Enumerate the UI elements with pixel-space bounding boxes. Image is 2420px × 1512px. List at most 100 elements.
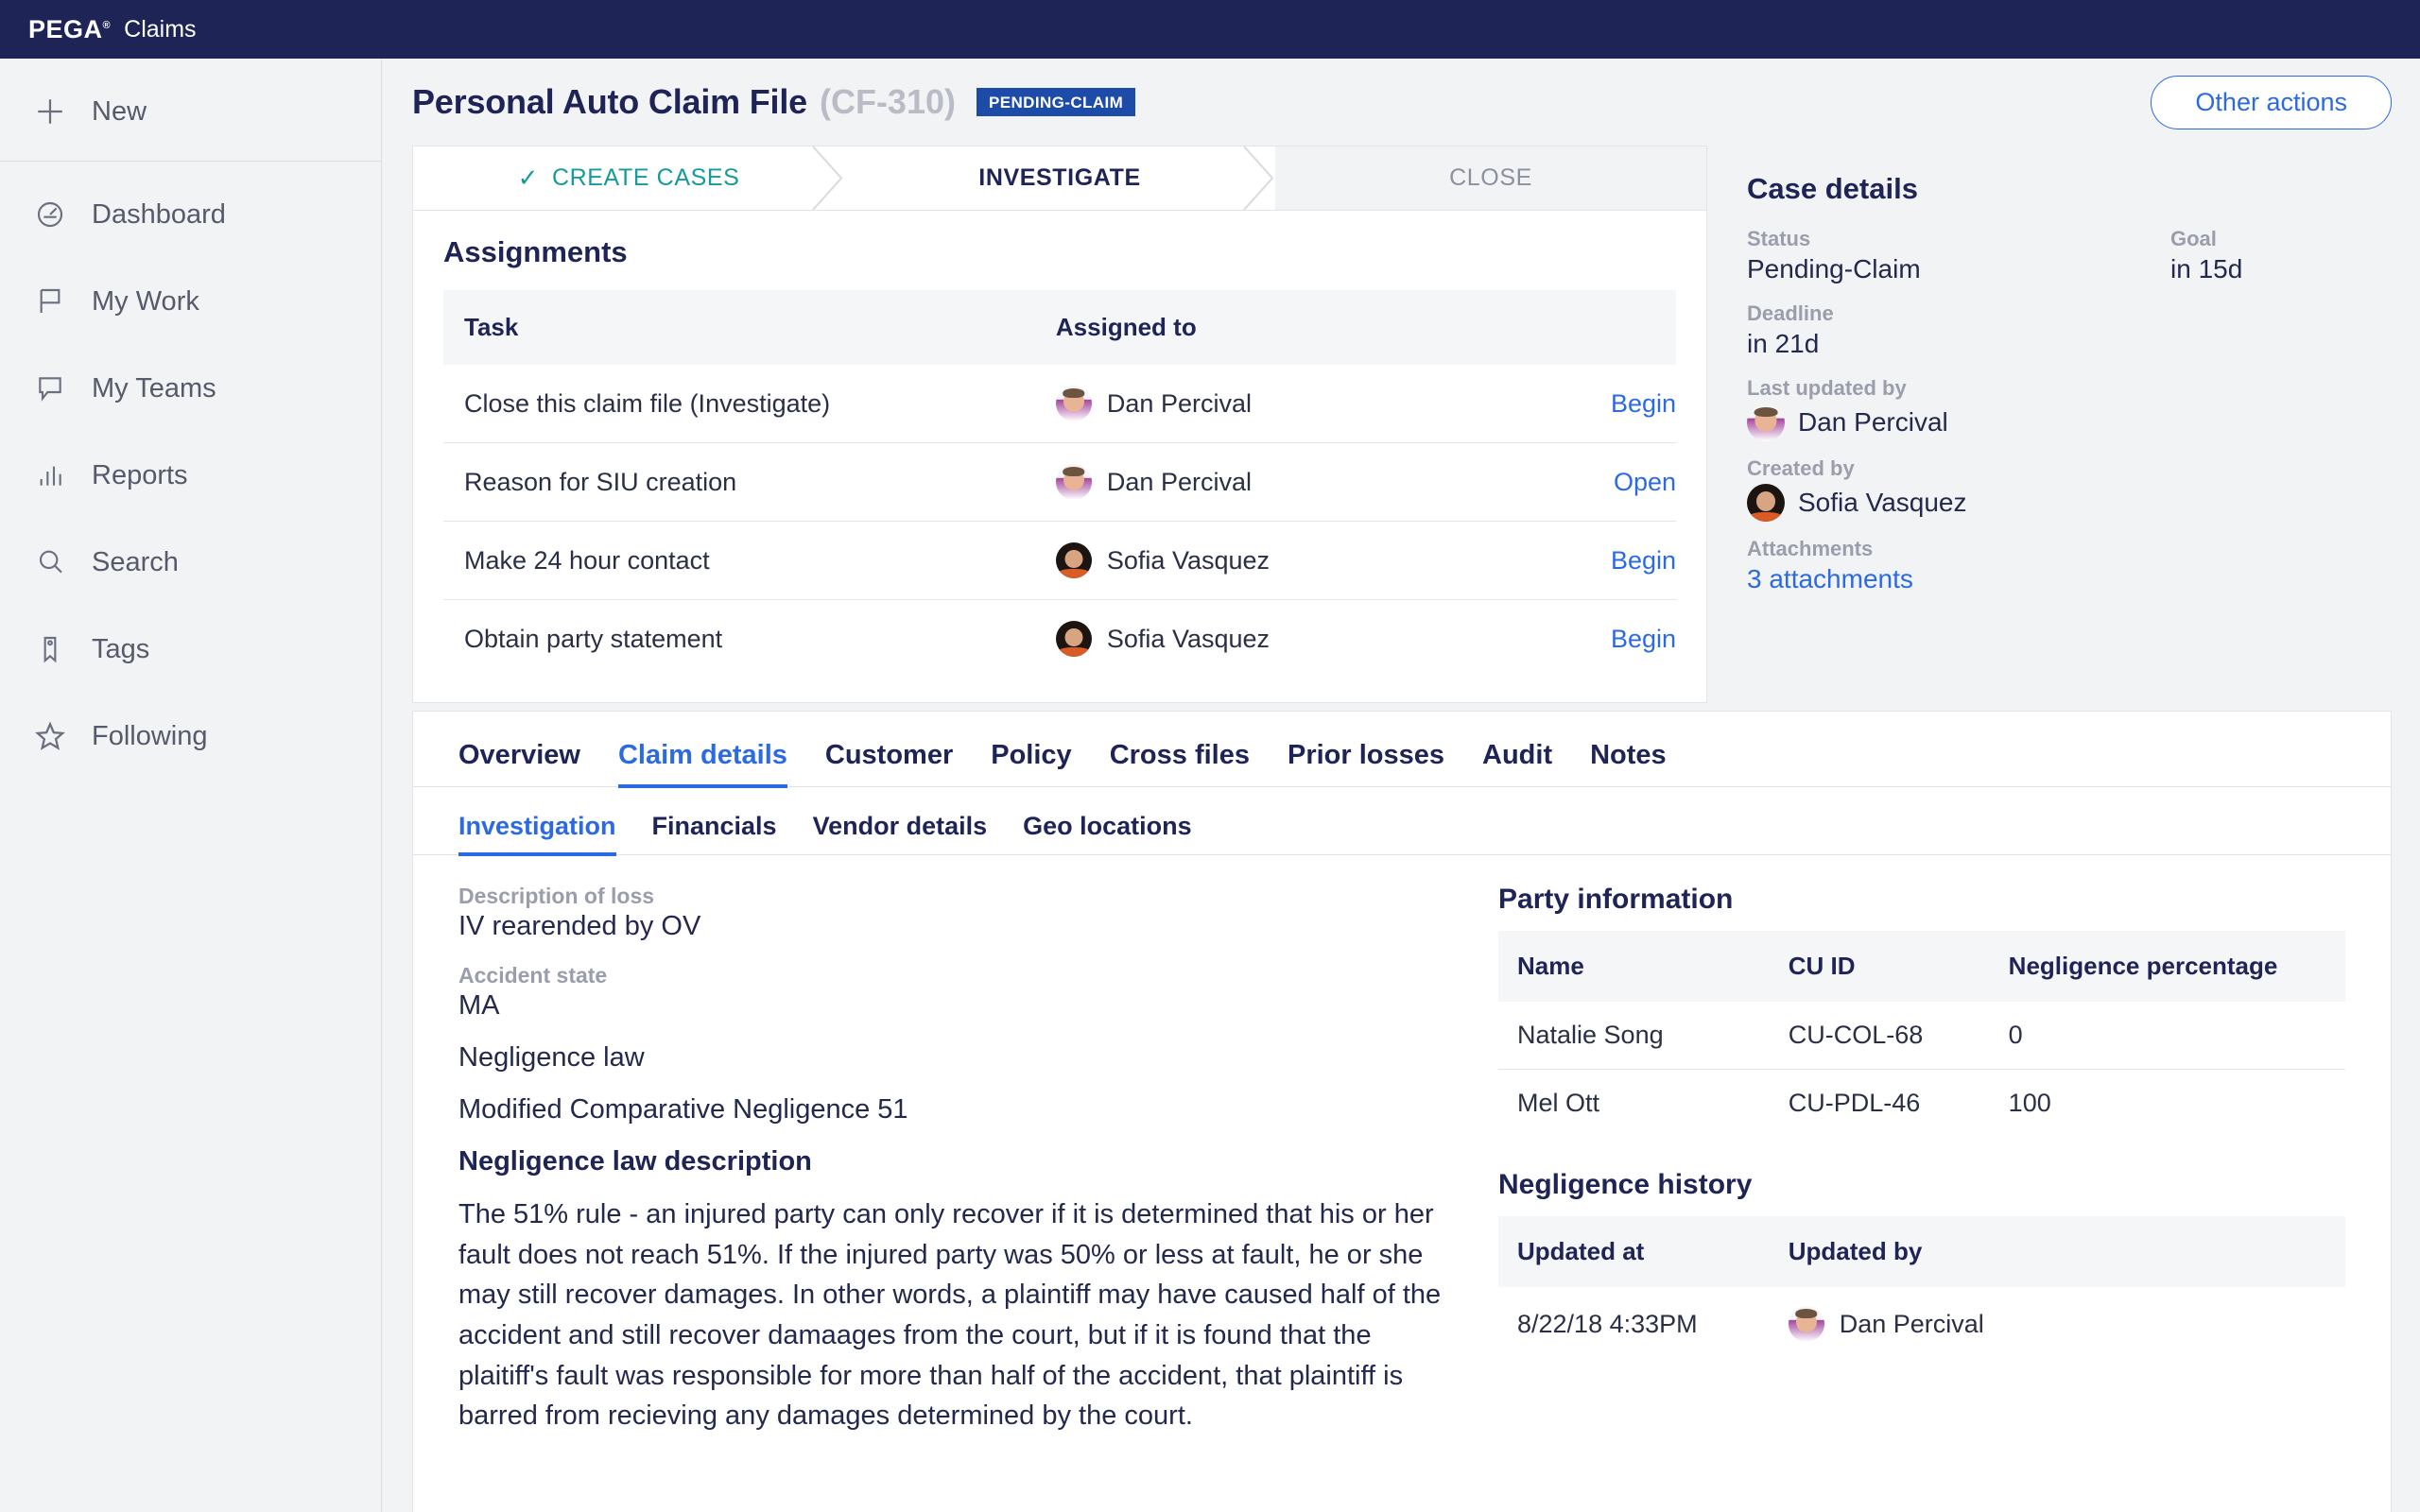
subtab-financials[interactable]: Financials [652,812,777,854]
begin-link[interactable]: Begin [1611,389,1676,418]
tab-customer[interactable]: Customer [825,740,953,786]
created-by-person: Sofia Vasquez [1747,484,2360,522]
begin-link[interactable]: Begin [1611,546,1676,575]
tab-overview[interactable]: Overview [458,740,580,786]
sidebar-item-following[interactable]: Following [0,693,381,780]
tab-strip: Overview Claim details Customer Policy C… [413,712,2391,787]
sidebar-item-label: My Teams [92,375,216,403]
sidebar-item-new[interactable]: New [0,68,381,155]
pega-logo[interactable]: PEGA® [28,15,111,44]
assignee: Dan Percival [1056,386,1529,421]
top-row: ✓ CREATE CASES INVESTIGATE [412,146,2392,703]
assignments-title: Assignments [413,211,1706,290]
search-icon [29,543,71,581]
avatar [1056,386,1092,421]
subtab-investigation[interactable]: Investigation [458,812,616,854]
sidebar-item-my-work[interactable]: My Work [0,258,381,345]
main-region: Personal Auto Claim File (CF-310) PENDIN… [382,59,2420,1512]
stage-label: INVESTIGATE [978,164,1140,192]
other-actions-button[interactable]: Other actions [2151,76,2392,129]
table-row: Make 24 hour contact Sofia Vasquez Begin [443,522,1676,600]
sidebar-item-search[interactable]: Search [0,519,381,606]
open-link[interactable]: Open [1614,468,1676,496]
updated-by-person: Dan Percival [1789,1306,2345,1342]
tab-claim-details[interactable]: Claim details [618,740,787,786]
task-cell: Make 24 hour contact [443,522,1035,600]
sidebar-item-label: Tags [92,636,149,663]
chevron-divider-icon [813,146,845,210]
negligence-history-table: Updated at Updated by 8/22/18 4:33PM [1498,1216,2345,1361]
sidebar-item-reports[interactable]: Reports [0,432,381,519]
assignee-cell: Dan Percival [1035,365,1529,443]
pega-logo-text: PEGA [28,15,103,43]
sidebar-item-label: My Work [92,288,199,316]
action-cell: Begin [1529,522,1677,600]
sidebar: New Dashboard My Work My Teams Rep [0,59,382,1512]
negligence-law-description-body: The 51% rule - an injured party can only… [458,1194,1461,1436]
assignments-table: Task Assigned to Close this claim file (… [443,290,1676,678]
column-header-assigned-to: Assigned to [1035,290,1529,365]
status-label: Status [1747,227,2170,251]
task-cell: Close this claim file (Investigate) [443,365,1035,443]
action-cell: Begin [1529,600,1677,679]
tab-policy[interactable]: Policy [991,740,1071,786]
case-details-col-primary: Status Pending-Claim [1747,227,2170,301]
tab-notes[interactable]: Notes [1590,740,1667,786]
updated-by-name: Dan Percival [1840,1310,1984,1339]
assignee-cell: Sofia Vasquez [1035,522,1529,600]
stage-create-cases[interactable]: ✓ CREATE CASES [413,146,844,210]
last-updated-by-person: Dan Percival [1747,404,2360,441]
avatar [1056,621,1092,657]
assignee-name: Sofia Vasquez [1107,546,1270,576]
negligence-law-value: Modified Comparative Negligence 51 [458,1094,1461,1125]
sidebar-item-label: Dashboard [92,201,226,229]
investigation-content: Description of loss IV rearended by OV A… [413,855,2391,1512]
speech-bubble-icon [29,369,71,407]
table-row: Close this claim file (Investigate) Dan … [443,365,1676,443]
tab-cross-files[interactable]: Cross files [1110,740,1250,786]
negligence-law-description-title: Negligence law description [458,1146,1461,1177]
stage-breadcrumb: ✓ CREATE CASES INVESTIGATE [413,146,1706,211]
assignee-name: Dan Percival [1107,468,1252,497]
attachments-link[interactable]: 3 attachments [1747,564,2360,594]
assignee: Dan Percival [1056,464,1529,500]
stage-investigate[interactable]: INVESTIGATE [844,146,1275,210]
details-panel: Overview Claim details Customer Policy C… [412,711,2392,1512]
created-by-value: Sofia Vasquez [1798,488,1967,518]
subtab-vendor-details[interactable]: Vendor details [813,812,988,854]
stage-close[interactable]: CLOSE [1275,146,1706,210]
sidebar-divider [0,161,381,162]
goal-label: Goal [2170,227,2360,251]
party-information-title: Party information [1498,884,2345,916]
column-header-action [1529,290,1677,365]
status-badge: PENDING-CLAIM [977,88,1135,116]
assignee: Sofia Vasquez [1056,621,1529,657]
task-cell: Reason for SIU creation [443,443,1035,522]
case-details-panel: Case details Status Pending-Claim Goal i… [1715,146,2392,703]
created-by-label: Created by [1747,456,2360,481]
sidebar-item-tags[interactable]: Tags [0,606,381,693]
description-of-loss-value: IV rearended by OV [458,911,1461,942]
sidebar-item-my-teams[interactable]: My Teams [0,345,381,432]
subtab-geo-locations[interactable]: Geo locations [1023,812,1192,854]
sidebar-item-label: Search [92,549,179,576]
tab-audit[interactable]: Audit [1482,740,1552,786]
assignee: Sofia Vasquez [1056,542,1529,578]
table-row: Mel Ott CU-PDL-46 100 [1498,1070,2345,1138]
stage-label: CREATE CASES [552,164,739,192]
case-details-col-secondary: Goal in 15d [2170,227,2360,301]
status-value: Pending-Claim [1747,254,2170,284]
goal-value: in 15d [2170,254,2360,284]
party-name-cell: Natalie Song [1498,1002,1770,1070]
negligence-law-label: Negligence law [458,1042,1461,1074]
tab-prior-losses[interactable]: Prior losses [1288,740,1444,786]
sidebar-item-dashboard[interactable]: Dashboard [0,171,381,258]
top-bar: PEGA® Claims [0,0,2420,59]
avatar [1789,1306,1824,1342]
table-row: 8/22/18 4:33PM Dan Percival [1498,1287,2345,1361]
case-details-grid: Status Pending-Claim Goal in 15d [1747,227,2360,301]
avatar [1056,542,1092,578]
table-row: Reason for SIU creation Dan Percival Ope… [443,443,1676,522]
avatar [1747,484,1785,522]
begin-link[interactable]: Begin [1611,625,1676,653]
